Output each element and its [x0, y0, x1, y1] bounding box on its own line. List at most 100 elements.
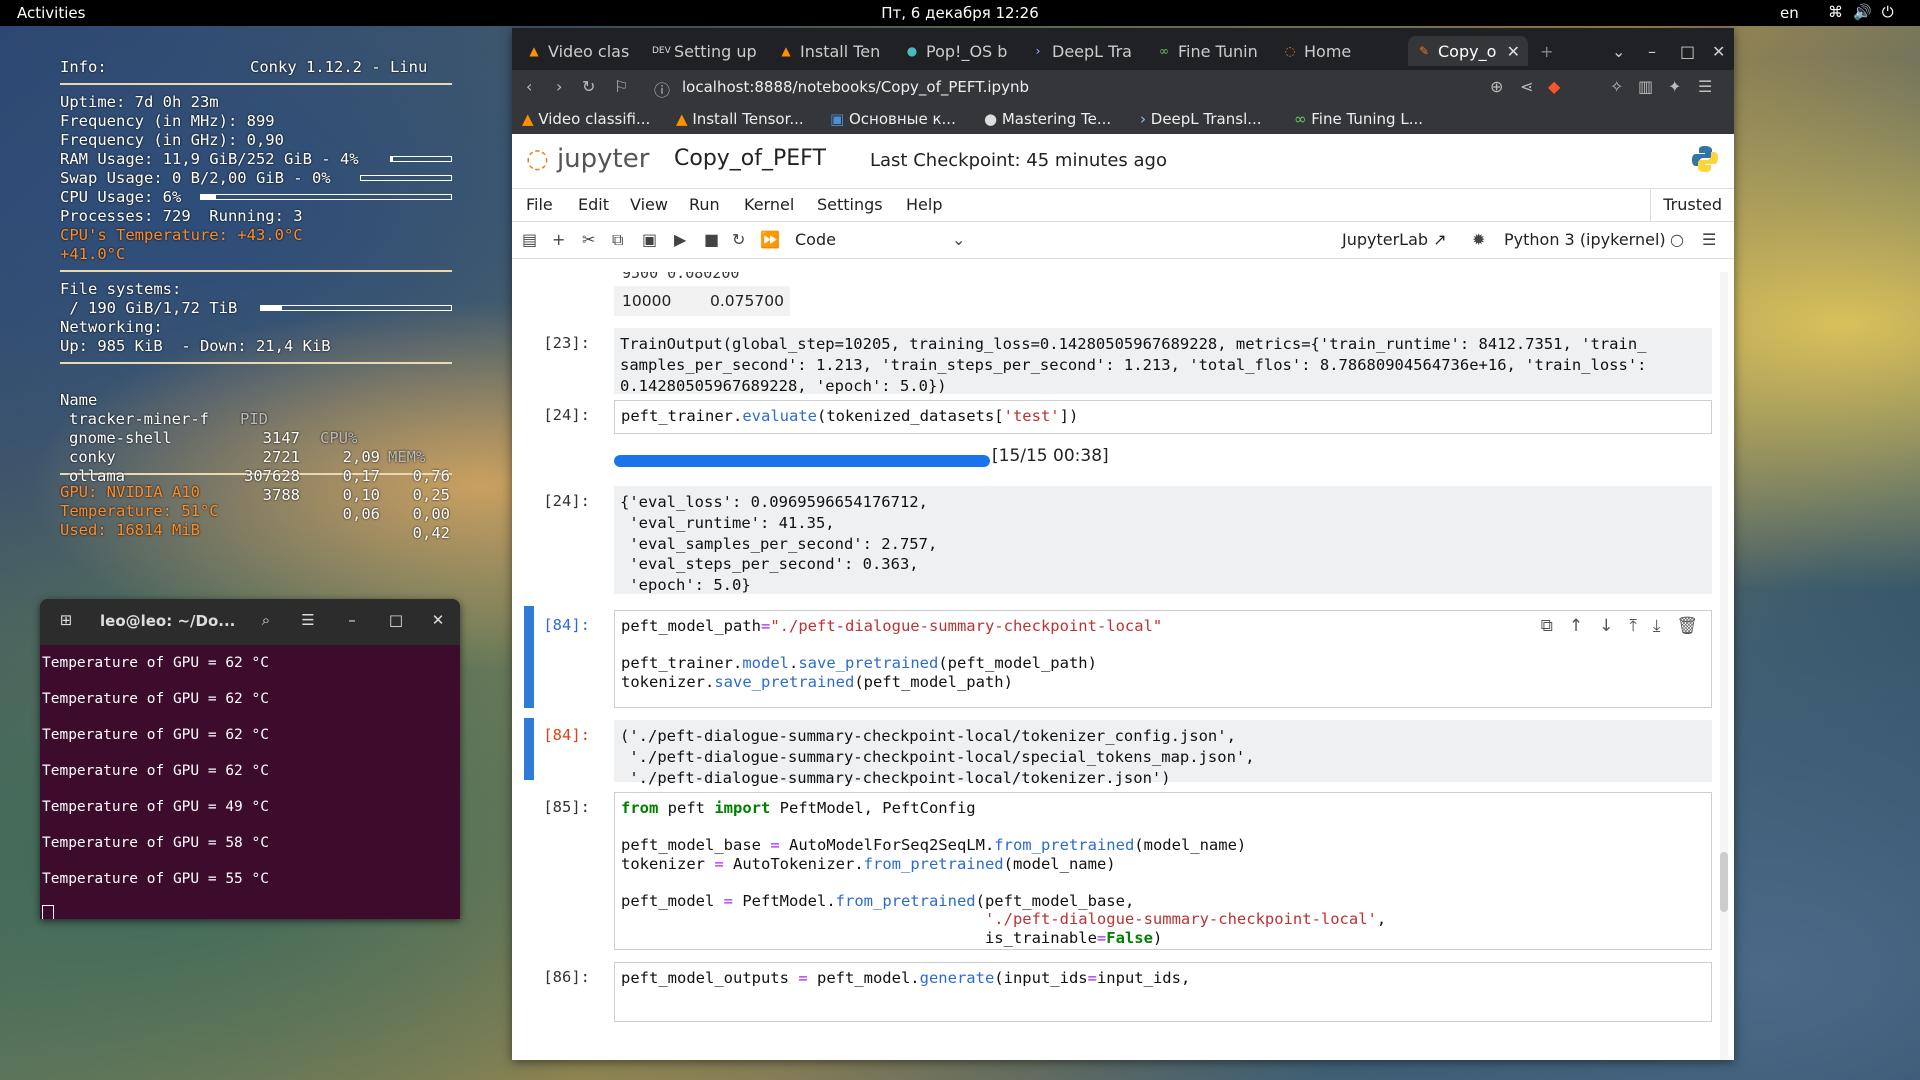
url-input[interactable]: localhost:8888/notebooks/Copy_of_PEFT.ip… [682, 78, 1029, 96]
cut-icon[interactable]: ✂ [582, 230, 595, 249]
bookmark-item[interactable]: ∞ Fine Tuning L... [1294, 110, 1423, 128]
terminal-output[interactable]: Temperature of GPU = 62 °C Temperature o… [40, 645, 460, 919]
reload-icon[interactable]: ↻ [582, 77, 595, 96]
menu-icon[interactable]: ☰ [1698, 77, 1712, 96]
notebook-title[interactable]: Copy_of_PEFT [674, 146, 826, 171]
cell-input[interactable]: peft_model_outputs = peft_model.generate… [614, 962, 1712, 1022]
fast-forward-icon[interactable]: ⏩ [760, 230, 780, 249]
conky-fs-label: File systems: [60, 280, 182, 298]
menu-run[interactable]: Run [689, 195, 720, 214]
bookmark-item[interactable]: ● Mastering Te... [984, 110, 1111, 128]
tab-label: Install Ten [800, 41, 881, 61]
bookmark-icon[interactable]: ⚐ [614, 77, 628, 96]
extensions-icon[interactable]: ✧ [1610, 77, 1623, 96]
scrollbar-thumb[interactable] [1720, 852, 1728, 912]
tensorflow-icon: ▲ [676, 110, 693, 128]
menu-file[interactable]: File [526, 195, 553, 214]
insert-above-icon[interactable]: ⤒ [1629, 616, 1637, 636]
open-jupyterlab-button[interactable]: JupyterLab ↗ [1342, 230, 1447, 249]
chevron-down-icon[interactable]: ⌄ [952, 230, 965, 249]
jupyter-logo[interactable]: ◌ jupyter [526, 144, 649, 174]
system-tray[interactable]: ⌘ 🔊 ⏻ [1828, 3, 1894, 21]
code-token: tokenizer. [621, 672, 715, 691]
save-icon[interactable]: ▤ [522, 230, 537, 249]
new-tab-button[interactable]: + [1540, 36, 1560, 66]
tab-bar: ▲ Video clas DEV Setting up ▲ Install Ten ●… [512, 28, 1734, 70]
terminal-line: Temperature of GPU = 58 °C [42, 835, 269, 851]
output-prompt: [24]: [543, 492, 590, 510]
code-token: model [742, 654, 789, 672]
run-icon[interactable]: ▶ [674, 230, 686, 249]
bookmark-item[interactable]: ▲ Video classifi... [522, 110, 650, 128]
menu-kernel[interactable]: Kernel [744, 195, 794, 214]
browser-tab[interactable]: ▲ Install Ten [778, 36, 886, 66]
notebook-area[interactable]: 9500 0.080200 10000 0.075700 [23]: Train… [512, 272, 1734, 1060]
site-icon: ▣ [830, 110, 849, 128]
hamburger-menu-icon[interactable]: ☰ [296, 611, 320, 633]
move-up-icon[interactable]: ↑ [1569, 616, 1583, 636]
search-icon[interactable]: ⌕ [254, 611, 278, 633]
notebook-scrollbar[interactable] [1720, 272, 1728, 1060]
conky-net: Up: 985 KiB - Down: 21,4 KiB [60, 337, 331, 355]
menu-help[interactable]: Help [906, 195, 942, 214]
keyboard-layout[interactable]: en [1780, 4, 1799, 22]
site-info-icon[interactable]: ⓘ [654, 77, 670, 101]
brave-shield-icon[interactable]: ◆ [1548, 77, 1560, 96]
zoom-icon[interactable]: ⊕ [1490, 77, 1503, 96]
close-icon[interactable]: ✕ [1712, 36, 1725, 66]
forward-icon[interactable]: › [556, 77, 562, 96]
kernel-name[interactable]: Python 3 (ipykernel) [1504, 230, 1666, 249]
sidebar-icon[interactable]: ▥ [1638, 77, 1653, 96]
progress-bar-fill [614, 455, 990, 467]
browser-tab[interactable]: ▲ Video clas [526, 36, 634, 66]
close-icon[interactable]: ✕ [426, 611, 450, 633]
browser-window[interactable]: ▲ Video clas DEV Setting up ▲ Install Ten ●… [512, 28, 1734, 1060]
fs-bar-fill [261, 306, 282, 310]
minimize-icon[interactable]: – [1648, 36, 1656, 66]
menu-edit[interactable]: Edit [578, 195, 609, 214]
paste-icon[interactable]: ▣ [642, 230, 657, 249]
stop-icon[interactable]: ■ [704, 230, 719, 249]
add-cell-icon[interactable]: + [552, 230, 565, 249]
power-icon[interactable]: ⏻ [1882, 3, 1894, 21]
duplicate-cell-icon[interactable]: ⧉ [1541, 616, 1553, 636]
browser-tab[interactable]: ● Pop!_OS b [904, 36, 1012, 66]
volume-icon[interactable]: 🔊 [1853, 3, 1872, 21]
menu-settings[interactable]: Settings [817, 195, 883, 214]
menu-icon[interactable]: ☰ [1702, 230, 1716, 249]
close-tab-icon[interactable]: ✕ [1507, 42, 1520, 61]
move-down-icon[interactable]: ↓ [1599, 616, 1613, 636]
bookmark-item[interactable]: › DeepL Transl... [1140, 110, 1262, 128]
back-icon[interactable]: ‹ [526, 77, 532, 96]
share-icon[interactable]: ⋖ [1520, 77, 1533, 96]
maximize-icon[interactable]: □ [1680, 36, 1695, 66]
insert-below-icon[interactable]: ⤓ [1653, 616, 1661, 636]
network-icon[interactable]: ⌘ [1828, 3, 1843, 21]
cell-input[interactable]: from peft import PeftModel, PeftConfig p… [614, 792, 1712, 950]
cell-type-select[interactable]: Code [795, 230, 836, 249]
delete-cell-icon[interactable]: 🗑 [1676, 616, 1698, 636]
new-tab-icon[interactable]: ⊞ [54, 611, 78, 633]
terminal-titlebar[interactable]: ⊞ leo@leo: ~/Do... ⌕ ☰ – □ ✕ [40, 599, 460, 645]
clock[interactable]: Пт, 6 декабря 12:26 [0, 4, 1920, 22]
bookmark-item[interactable]: ▣ Основные к... [830, 110, 956, 128]
browser-tab[interactable]: DEV Setting up [652, 36, 760, 66]
table-cell-step: 10000 [622, 292, 672, 310]
browser-tab[interactable]: › DeepL Tra [1030, 36, 1138, 66]
bookmark-item[interactable]: ▲ Install Tensor... [676, 110, 804, 128]
menu-view[interactable]: View [630, 195, 668, 214]
terminal-window[interactable]: ⊞ leo@leo: ~/Do... ⌕ ☰ – □ ✕ Temperature… [40, 599, 460, 919]
cell-input[interactable]: peft_trainer.evaluate(tokenized_datasets… [614, 400, 1712, 434]
browser-tab[interactable]: ◌ Home [1282, 36, 1390, 66]
jupyter-icon: ◌ [1284, 44, 1296, 58]
minimize-icon[interactable]: – [340, 611, 364, 633]
maximize-icon[interactable]: □ [384, 611, 408, 633]
restart-icon[interactable]: ↻ [732, 230, 745, 249]
debugger-icon[interactable]: ✹ [1472, 230, 1485, 249]
copy-icon[interactable]: ⧉ [612, 230, 623, 250]
leo-ai-icon[interactable]: ✦ [1668, 77, 1681, 96]
browser-tab-active[interactable]: ✎ Copy_o ✕ [1408, 36, 1528, 66]
chevron-down-icon[interactable]: ⌄ [1612, 36, 1625, 66]
browser-tab[interactable]: ∞ Fine Tunin [1156, 36, 1264, 66]
trusted-indicator[interactable]: Trusted [1650, 189, 1734, 221]
